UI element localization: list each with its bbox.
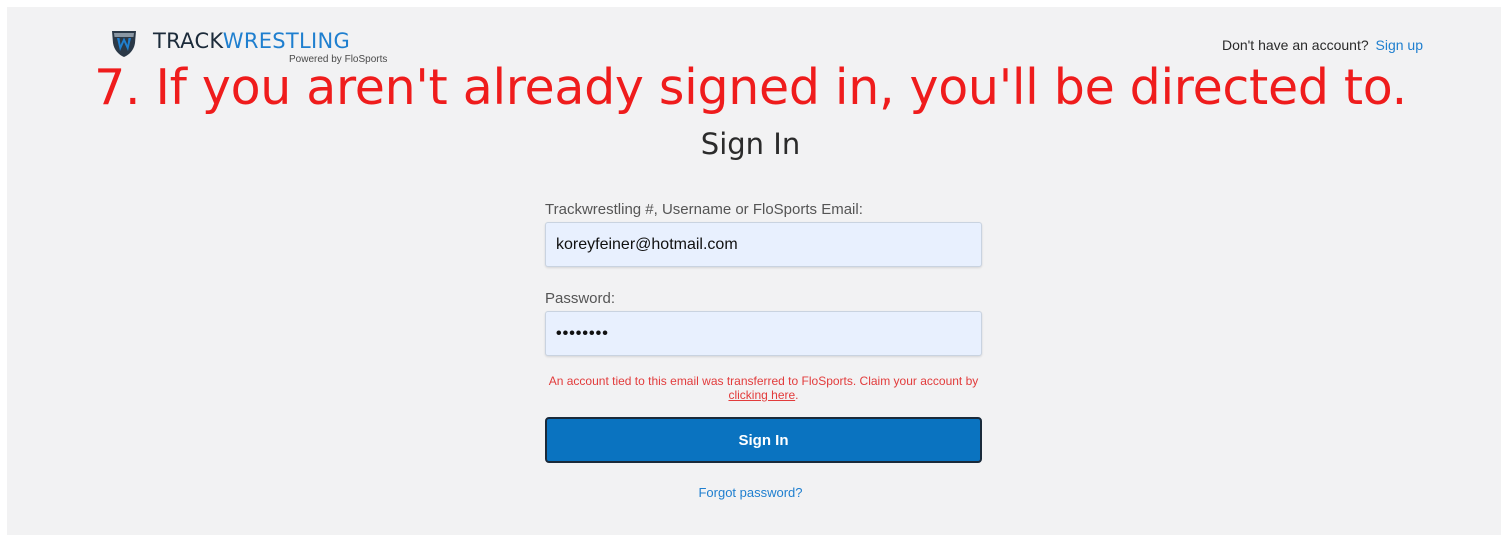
- forgot-password-link[interactable]: Forgot password?: [698, 485, 802, 500]
- username-label: Trackwrestling #, Username or FloSports …: [545, 201, 863, 218]
- sign-in-button[interactable]: Sign In: [545, 417, 982, 463]
- page-title: Sign In: [700, 127, 801, 161]
- trackwrestling-logo-icon[interactable]: [109, 28, 139, 58]
- brand-wordmark[interactable]: TRACKWRESTLING: [153, 29, 350, 53]
- instruction-caption: 7. If you aren't already signed in, you'…: [94, 59, 1407, 116]
- brand-track: TRACK: [153, 29, 223, 53]
- username-input[interactable]: [545, 222, 982, 267]
- brand-wrestling: WRESTLING: [222, 29, 351, 53]
- password-label: Password:: [545, 290, 616, 307]
- password-input[interactable]: [545, 311, 982, 356]
- account-transfer-error: An account tied to this email was transf…: [545, 374, 982, 402]
- claim-account-link[interactable]: clicking here: [728, 388, 795, 402]
- error-text: An account tied to this email was transf…: [548, 374, 979, 388]
- error-text-end: .: [795, 388, 799, 402]
- signup-prompt: Don't have an account? Sign up: [1222, 37, 1423, 53]
- forgot-password-row: Forgot password?: [0, 485, 1501, 500]
- signup-link[interactable]: Sign up: [1376, 37, 1423, 53]
- signup-prompt-text: Don't have an account?: [1221, 37, 1369, 53]
